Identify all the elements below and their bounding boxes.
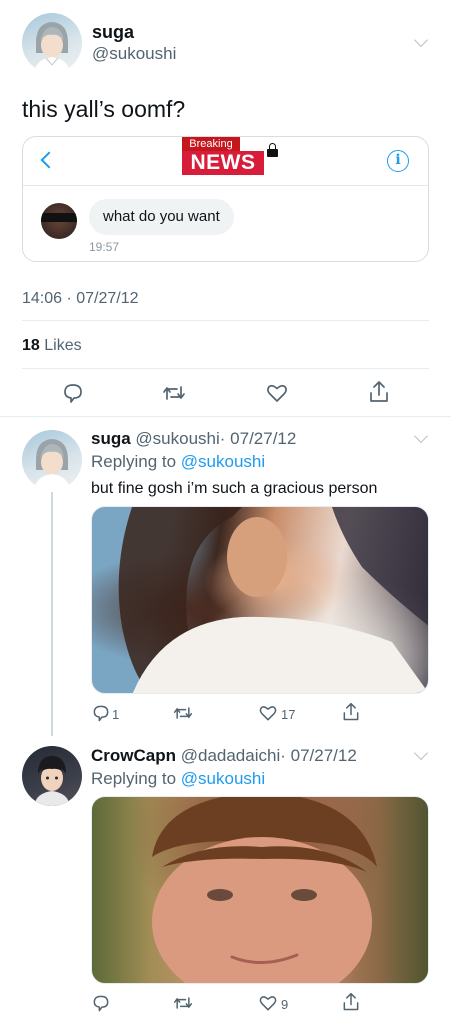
embedded-dm-screenshot[interactable]: Breaking NEWS i what do you want 19:57 bbox=[22, 136, 429, 262]
like-icon[interactable] bbox=[258, 993, 278, 1013]
likes-count: 18 bbox=[22, 337, 40, 354]
chevron-down-icon[interactable] bbox=[413, 745, 429, 761]
author-name[interactable]: CrowCapn bbox=[91, 746, 176, 765]
like-icon[interactable] bbox=[258, 703, 278, 723]
replying-to-prefix: Replying to bbox=[91, 452, 177, 471]
avatar[interactable] bbox=[22, 746, 82, 806]
dm-avatar bbox=[41, 203, 77, 239]
avatar-art bbox=[34, 756, 70, 806]
message-time: 19:57 bbox=[89, 240, 120, 254]
reply-icon[interactable] bbox=[91, 993, 111, 1013]
divider bbox=[0, 416, 451, 417]
replying-to-prefix: Replying to bbox=[91, 769, 177, 788]
likes-stat[interactable]: 18 Likes bbox=[22, 337, 82, 355]
breaking-news-logo: Breaking NEWS bbox=[182, 137, 278, 177]
author-name[interactable]: suga bbox=[91, 429, 131, 448]
replying-to-link[interactable]: @sukoushi bbox=[181, 452, 265, 471]
author-handle[interactable]: @dadadaichi bbox=[181, 746, 281, 765]
retweet-icon[interactable] bbox=[172, 993, 194, 1013]
censor-bar bbox=[41, 213, 77, 222]
replying-to: Replying to @sukoushi bbox=[91, 452, 265, 472]
reply-header: suga @sukoushi· 07/27/12 bbox=[91, 429, 296, 449]
reply-header: CrowCapn @dadadaichi· 07/27/12 bbox=[91, 746, 357, 766]
tweet-timestamp[interactable]: 14:06 · 07/27/12 bbox=[22, 290, 139, 308]
reply-icon[interactable] bbox=[91, 703, 111, 723]
divider bbox=[22, 320, 429, 321]
avatar[interactable] bbox=[22, 13, 82, 73]
news-label: NEWS bbox=[182, 151, 264, 175]
lock-icon bbox=[267, 143, 278, 157]
image-art bbox=[152, 797, 377, 983]
divider bbox=[22, 368, 429, 369]
reply-image[interactable] bbox=[91, 506, 429, 694]
info-icon: i bbox=[387, 150, 409, 172]
chevron-down-icon[interactable] bbox=[413, 428, 429, 444]
share-icon[interactable] bbox=[341, 701, 361, 723]
author-handle[interactable]: @sukoushi bbox=[135, 429, 219, 448]
avatar-art bbox=[34, 439, 70, 490]
retweet-icon[interactable] bbox=[172, 703, 194, 723]
reply-date[interactable]: · 07/27/12 bbox=[280, 746, 357, 765]
avatar-art bbox=[34, 22, 70, 73]
author-handle[interactable]: @sukoushi bbox=[92, 44, 176, 64]
reply-count: 1 bbox=[112, 707, 120, 722]
like-count: 9 bbox=[281, 997, 289, 1012]
avatar[interactable] bbox=[22, 430, 82, 490]
replying-to-link[interactable]: @sukoushi bbox=[181, 769, 265, 788]
tweet-text: this yall’s oomf? bbox=[22, 96, 186, 122]
like-icon[interactable] bbox=[265, 381, 289, 405]
breaking-label: Breaking bbox=[182, 137, 240, 151]
reply-text: but fine gosh i’m such a gracious person bbox=[91, 480, 378, 497]
likes-label: Likes bbox=[44, 337, 82, 354]
reply-date[interactable]: · 07/27/12 bbox=[220, 429, 297, 448]
image-art bbox=[118, 507, 428, 693]
thread-line bbox=[51, 492, 53, 736]
like-count: 17 bbox=[281, 707, 296, 722]
chevron-down-icon[interactable] bbox=[413, 32, 429, 48]
share-icon[interactable] bbox=[341, 991, 361, 1013]
retweet-icon[interactable] bbox=[161, 381, 187, 405]
message-bubble: what do you want bbox=[89, 199, 234, 235]
back-chevron-icon bbox=[40, 151, 58, 169]
share-icon[interactable] bbox=[367, 379, 391, 405]
replying-to: Replying to @sukoushi bbox=[91, 769, 265, 789]
reply-icon[interactable] bbox=[61, 381, 85, 405]
reply-image[interactable] bbox=[91, 796, 429, 984]
divider bbox=[23, 185, 428, 186]
author-name[interactable]: suga bbox=[92, 22, 134, 43]
